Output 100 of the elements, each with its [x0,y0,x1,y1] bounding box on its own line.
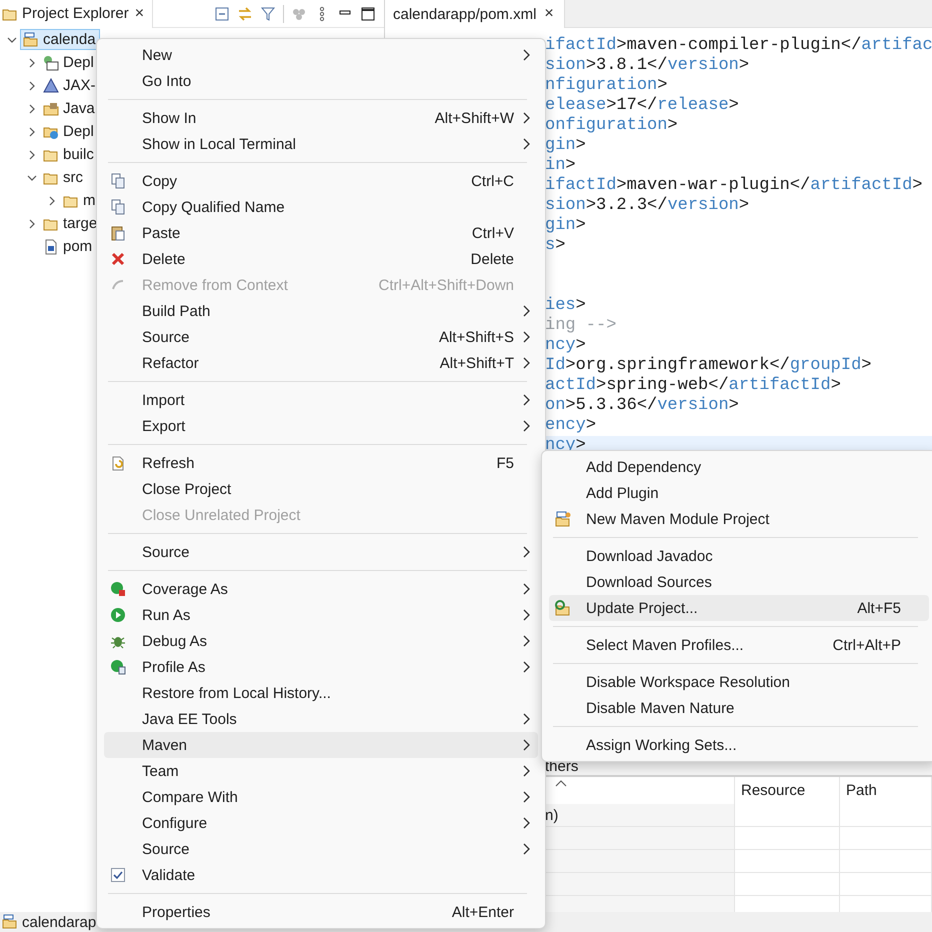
tree-item[interactable]: JAX- [40,75,100,96]
chevron-right-icon[interactable] [27,104,37,114]
menu-item[interactable]: Disable Maven Nature [549,695,929,721]
tree-item[interactable]: src [40,167,87,188]
chevron-down-icon[interactable] [27,172,37,182]
project-folder-icon [23,32,39,48]
chevron-right-icon [523,331,530,343]
chevron-right-icon [523,394,530,406]
chevron-right-icon [523,817,530,829]
chevron-right-icon [523,546,530,558]
menu-item[interactable]: Paste Ctrl+V [104,220,538,246]
menu-item[interactable]: Assign Working Sets... [549,732,929,758]
filter-icon[interactable] [260,6,276,22]
menu-item[interactable]: Debug As [104,628,538,654]
copy-icon [110,199,126,215]
code-line: s> [545,236,566,256]
editor-tab[interactable]: calendarapp/pom.xml × [385,0,565,28]
chevron-right-icon [523,420,530,432]
menu-item[interactable]: Source [104,836,538,862]
chevron-right-icon[interactable] [27,150,37,160]
menu-item[interactable]: Maven [104,732,538,758]
chevron-right-icon[interactable] [47,196,57,206]
tree-item[interactable]: m [60,190,100,211]
menu-item[interactable]: Refresh F5 [104,450,538,476]
tree-item[interactable]: Depl [40,121,98,142]
code-line: actId>spring-web</artifactId> [545,376,841,396]
project-folder-icon [2,914,18,930]
chevron-right-icon[interactable] [27,218,37,228]
tree-item[interactable]: Java [40,98,99,119]
chevron-right-icon [523,843,530,855]
tree-item[interactable]: pom [40,236,96,257]
chevron-right-icon [523,635,530,647]
menu-item[interactable]: Show In Alt+Shift+W [104,105,538,131]
menu-item[interactable]: Select Maven Profiles... Ctrl+Alt+P [549,632,929,658]
menu-item[interactable]: Source [104,539,538,565]
menu-item[interactable]: Restore from Local History... [104,680,538,706]
sort-caret-icon [555,780,567,787]
chevron-right-icon [523,138,530,150]
copy-icon [110,173,126,189]
run-icon [110,607,126,623]
code-line: ing --> [545,316,616,336]
menu-item[interactable]: Profile As [104,654,538,680]
maximize-icon[interactable] [360,6,376,22]
menu-item[interactable]: Close Project [104,476,538,502]
delete-icon [110,251,126,267]
menu-item[interactable]: Properties Alt+Enter [104,899,538,925]
close-icon[interactable]: × [132,4,146,22]
menu-item[interactable]: Copy Qualified Name [104,194,538,220]
tree-item[interactable]: targe [40,213,102,234]
chevron-right-icon [523,609,530,621]
tree-item[interactable]: calenda [20,29,100,50]
code-line: ncy> [545,336,586,356]
menu-item[interactable]: Add Dependency [549,454,929,480]
menu-item[interactable]: Download Javadoc [549,543,929,569]
chevron-down-icon[interactable] [7,34,17,44]
code-line: ifactId>maven-war-plugin</artifactId> [545,176,922,196]
menu-item[interactable]: Copy Ctrl+C [104,168,538,194]
menu-item[interactable]: New Maven Module Project [549,506,929,532]
menu-item[interactable]: Java EE Tools [104,706,538,732]
module-icon [555,511,571,527]
tree-item[interactable]: Depl [40,52,98,73]
menu-item[interactable]: Go Into [104,68,538,94]
chevron-right-icon [523,49,530,61]
library-icon [43,100,59,116]
menu-item[interactable]: Validate [104,862,538,888]
menu-item[interactable]: Build Path [104,298,538,324]
menu-item[interactable]: Refactor Alt+Shift+T [104,350,538,376]
checkbox[interactable] [110,867,126,883]
code-line: ies> [545,296,586,316]
chevron-right-icon [523,661,530,673]
chevron-right-icon [523,357,530,369]
menu-item[interactable]: Export [104,413,538,439]
menu-item[interactable]: Update Project... Alt+F5 [549,595,929,621]
menu-item[interactable]: Coverage As [104,576,538,602]
menu-item[interactable]: New [104,42,538,68]
menu-item[interactable]: Delete Delete [104,246,538,272]
chevron-right-icon [523,112,530,124]
xml-file-icon [43,238,59,254]
menu-item[interactable]: Add Plugin [549,480,929,506]
menu-item[interactable]: Disable Workspace Resolution [549,669,929,695]
menu-item[interactable]: Download Sources [549,569,929,595]
chevron-right-icon [523,713,530,725]
clipboard-icon [110,225,126,241]
chevron-right-icon[interactable] [27,80,37,90]
tree-item[interactable]: builc [40,144,98,165]
collapse-all-icon[interactable] [214,6,230,22]
code-line: gin> [545,136,586,156]
menu-item[interactable]: Import [104,387,538,413]
menu-item[interactable]: Source Alt+Shift+S [104,324,538,350]
chevron-right-icon [523,791,530,803]
close-icon[interactable]: × [542,5,556,23]
menu-item[interactable]: Show in Local Terminal [104,131,538,157]
coverage-icon [110,581,126,597]
menu-item[interactable]: Run As [104,602,538,628]
code-line: nfiguration> [545,76,668,96]
chevron-right-icon[interactable] [27,126,37,136]
chevron-right-icon [523,305,530,317]
chevron-right-icon[interactable] [27,58,37,68]
explorer-tab[interactable]: Project Explorer × [0,0,154,28]
code-line: sion>3.2.3</version> [545,196,750,216]
